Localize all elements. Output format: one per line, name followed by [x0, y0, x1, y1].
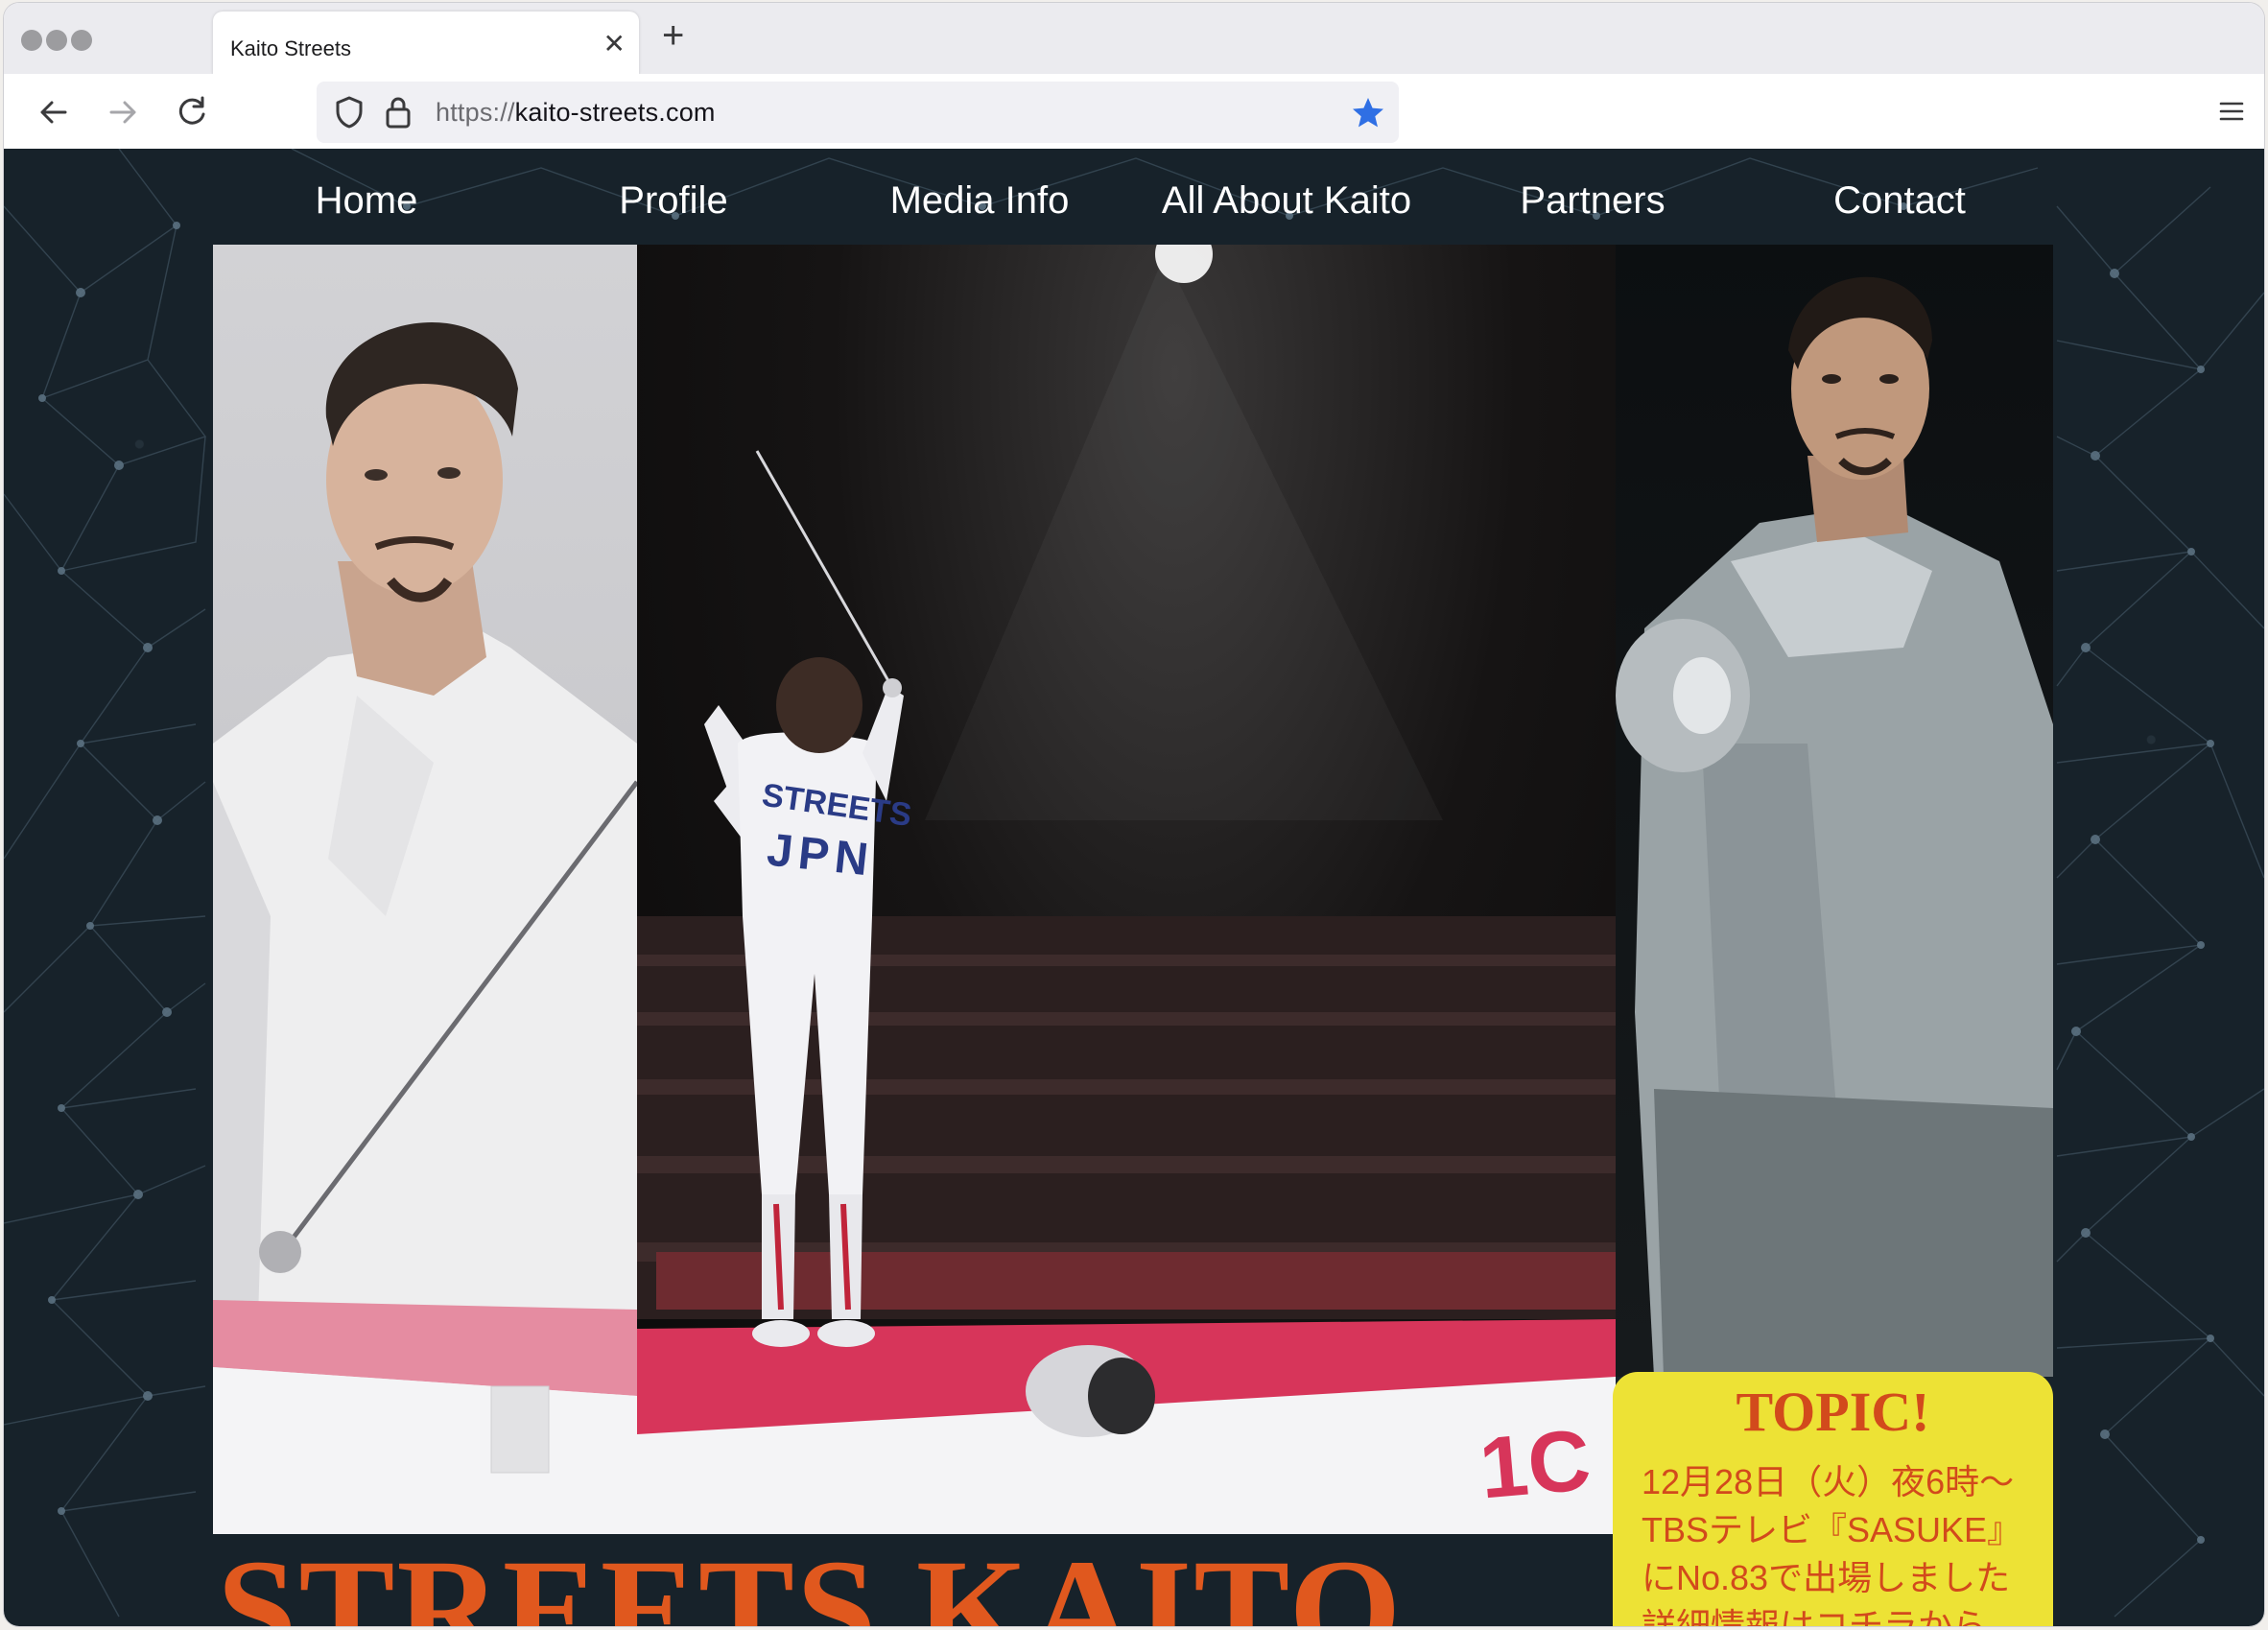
nav-contact[interactable]: Contact: [1833, 179, 1966, 223]
lock-icon[interactable]: [384, 95, 413, 130]
url-protocol: https://: [436, 98, 515, 127]
topic-announcement: TOPIC! 12月28日（火）夜6時～ TBSテレビ『SASUKE』 にNo.…: [1613, 1372, 2053, 1626]
back-arrow-icon[interactable]: [33, 91, 75, 133]
topic-details-link[interactable]: コチラ: [1814, 1606, 1918, 1626]
nav-all-about-kaito[interactable]: All About Kaito: [1162, 179, 1411, 223]
nav-profile[interactable]: Profile: [619, 179, 727, 223]
navigation-toolbar: https://kaito-streets.com: [4, 74, 2264, 150]
url-text[interactable]: https://kaito-streets.com: [436, 98, 716, 128]
hero-name-text: STREETS KAITO: [217, 1538, 1404, 1626]
topic-line-date: 12月28日（火）夜6時～: [1642, 1462, 2015, 1501]
tab-title: Kaito Streets: [230, 36, 351, 60]
active-tab[interactable]: Kaito Streets ✕: [213, 12, 639, 75]
nav-home[interactable]: Home: [316, 179, 418, 223]
plus-icon[interactable]: +: [662, 16, 684, 55]
nav-partners[interactable]: Partners: [1520, 179, 1665, 223]
browser-window: Kaito Streets ✕ + https://kaito-streets.…: [4, 3, 2264, 1626]
shield-icon[interactable]: [334, 95, 365, 130]
topic-line-details: 詳細情報はコチラから: [1642, 1598, 1987, 1626]
fencer-hero-photo: 1C STREETS JPN: [637, 245, 1616, 1534]
topic-details-suffix: から: [1918, 1606, 1988, 1626]
portrait-photo-left: [213, 245, 637, 1534]
star-icon[interactable]: [1351, 96, 1385, 129]
site-nav: Home Profile Media Info All About Kaito …: [4, 149, 2264, 245]
nav-media-info[interactable]: Media Info: [890, 179, 1070, 223]
svg-text:1C: 1C: [1476, 1412, 1594, 1518]
hamburger-menu-icon[interactable]: [2218, 99, 2245, 124]
hero-name-heading: STREETS KAITO: [217, 1538, 1560, 1626]
address-bar[interactable]: https://kaito-streets.com: [317, 82, 1399, 143]
topic-details-prefix: 詳細情報は: [1642, 1606, 1815, 1626]
forward-arrow-icon[interactable]: [102, 91, 144, 133]
minimize-window-button[interactable]: [46, 30, 67, 51]
zoom-window-button[interactable]: [71, 30, 92, 51]
topic-line-program: TBSテレビ『SASUKE』: [1642, 1510, 2022, 1549]
topic-title: TOPIC!: [1736, 1381, 1930, 1443]
close-window-button[interactable]: [21, 30, 42, 51]
web-page: Home Profile Media Info All About Kaito …: [4, 149, 2264, 1626]
reload-icon[interactable]: [171, 91, 213, 133]
topic-line-entry: にNo.83で出場しました: [1642, 1558, 2011, 1597]
close-icon[interactable]: ✕: [603, 31, 626, 58]
url-host: kaito-streets.com: [514, 98, 716, 127]
tab-strip: Kaito Streets ✕ +: [4, 3, 2264, 75]
portrait-photo-right: [1616, 245, 2053, 1377]
